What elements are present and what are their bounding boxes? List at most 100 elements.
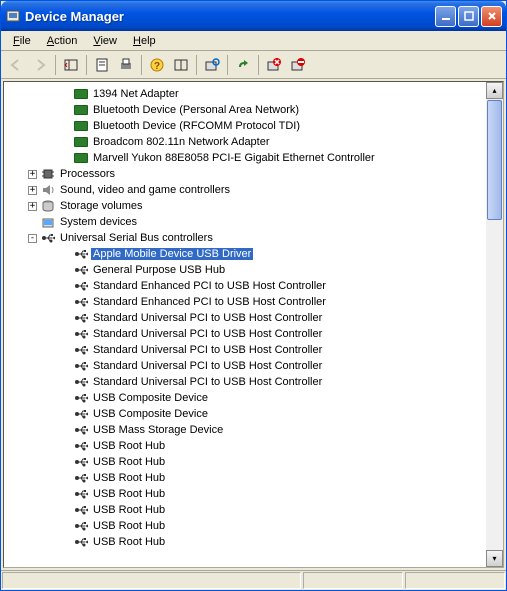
usb-device-item[interactable]: USB Root Hub: [6, 502, 484, 518]
print-button[interactable]: [115, 54, 137, 76]
device-icon: [73, 310, 89, 326]
scroll-up-button[interactable]: ▴: [486, 82, 503, 99]
network-adapter-item[interactable]: Bluetooth Device (Personal Area Network): [6, 102, 484, 118]
update-driver-button[interactable]: [232, 54, 254, 76]
menu-help[interactable]: Help: [125, 33, 164, 49]
device-icon: [73, 118, 89, 134]
usb-device-item[interactable]: Standard Universal PCI to USB Host Contr…: [6, 374, 484, 390]
device-icon: [73, 294, 89, 310]
device-icon: [73, 502, 89, 518]
usb-device-item[interactable]: USB Root Hub: [6, 470, 484, 486]
device-icon: [73, 326, 89, 342]
app-icon: [5, 8, 21, 24]
usb-device-item[interactable]: USB Root Hub: [6, 486, 484, 502]
separator: [227, 55, 228, 75]
expander-icon[interactable]: +: [28, 202, 37, 211]
menu-view[interactable]: View: [85, 33, 125, 49]
tree-label: Marvell Yukon 88E8058 PCI-E Gigabit Ethe…: [91, 152, 377, 164]
statusbar: [1, 570, 506, 590]
usb-device-item[interactable]: USB Mass Storage Device: [6, 422, 484, 438]
usb-device-item[interactable]: Standard Universal PCI to USB Host Contr…: [6, 310, 484, 326]
back-button[interactable]: [5, 54, 27, 76]
status-panel: [2, 572, 301, 589]
tree-label: Standard Universal PCI to USB Host Contr…: [91, 376, 324, 388]
device-icon: [73, 358, 89, 374]
tree-label: Bluetooth Device (RFCOMM Protocol TDI): [91, 120, 302, 132]
expander-icon[interactable]: +: [28, 186, 37, 195]
expander-icon[interactable]: +: [28, 170, 37, 179]
device-icon: [73, 470, 89, 486]
tree-view: 1394 Net Adapter Bluetooth Device (Person…: [3, 81, 504, 568]
device-icon: [40, 230, 56, 246]
scan-hardware-button[interactable]: [201, 54, 223, 76]
device-icon: [40, 214, 56, 230]
disable-button[interactable]: [287, 54, 309, 76]
tree-label: Bluetooth Device (Personal Area Network): [91, 104, 301, 116]
network-adapter-item[interactable]: Bluetooth Device (RFCOMM Protocol TDI): [6, 118, 484, 134]
usb-device-item[interactable]: USB Root Hub: [6, 454, 484, 470]
device-icon: [73, 454, 89, 470]
tree-label: USB Root Hub: [91, 488, 167, 500]
usb-device-item[interactable]: USB Root Hub: [6, 438, 484, 454]
usb-device-item[interactable]: USB Composite Device: [6, 406, 484, 422]
separator: [196, 55, 197, 75]
minimize-button[interactable]: [435, 6, 456, 27]
uninstall-button[interactable]: [263, 54, 285, 76]
separator: [86, 55, 87, 75]
menu-file[interactable]: File: [5, 33, 39, 49]
category-snd[interactable]: +Sound, video and game controllers: [6, 182, 484, 198]
tree-label: USB Composite Device: [91, 408, 210, 420]
device-icon: [40, 166, 56, 182]
usb-device-item[interactable]: USB Root Hub: [6, 534, 484, 550]
svg-text:?: ?: [154, 61, 160, 72]
device-icon: [73, 86, 89, 102]
usb-device-item[interactable]: USB Composite Device: [6, 390, 484, 406]
forward-button[interactable]: [29, 54, 51, 76]
tree-label: USB Composite Device: [91, 392, 210, 404]
usb-device-item[interactable]: USB Root Hub: [6, 518, 484, 534]
category-sys[interactable]: System devices: [6, 214, 484, 230]
menu-action[interactable]: Action: [39, 33, 86, 49]
maximize-button[interactable]: [458, 6, 479, 27]
usb-device-item[interactable]: Standard Enhanced PCI to USB Host Contro…: [6, 294, 484, 310]
scroll-down-button[interactable]: ▾: [486, 550, 503, 567]
expander-icon[interactable]: -: [28, 234, 37, 243]
tree-label: USB Mass Storage Device: [91, 424, 225, 436]
tree-label: Broadcom 802.11n Network Adapter: [91, 136, 272, 148]
usb-device-item[interactable]: Standard Enhanced PCI to USB Host Contro…: [6, 278, 484, 294]
category-proc[interactable]: +Processors: [6, 166, 484, 182]
network-adapter-item[interactable]: Marvell Yukon 88E8058 PCI-E Gigabit Ethe…: [6, 150, 484, 166]
device-icon: [73, 262, 89, 278]
scroll-thumb[interactable]: [487, 100, 502, 220]
titlebar[interactable]: Device Manager: [1, 1, 506, 31]
device-icon: [73, 278, 89, 294]
properties-button[interactable]: [91, 54, 113, 76]
category-vol[interactable]: +Storage volumes: [6, 198, 484, 214]
tree-label: USB Root Hub: [91, 456, 167, 468]
tree-label: USB Root Hub: [91, 504, 167, 516]
scrollbar[interactable]: ▴ ▾: [486, 82, 503, 567]
device-icon: [73, 246, 89, 262]
help-button[interactable]: ?: [146, 54, 168, 76]
device-icon: [73, 406, 89, 422]
usb-device-item[interactable]: General Purpose USB Hub: [6, 262, 484, 278]
device-icon: [73, 534, 89, 550]
category-usb[interactable]: - Universal Serial Bus controllers: [6, 230, 484, 246]
usb-device-item[interactable]: Standard Universal PCI to USB Host Contr…: [6, 326, 484, 342]
tree-label: Universal Serial Bus controllers: [58, 232, 215, 244]
tree-label: Standard Universal PCI to USB Host Contr…: [91, 328, 324, 340]
device-icon: [73, 486, 89, 502]
tree-label: Apple Mobile Device USB Driver: [91, 248, 253, 260]
network-adapter-item[interactable]: 1394 Net Adapter: [6, 86, 484, 102]
device-icon: [73, 438, 89, 454]
usb-device-item[interactable]: Apple Mobile Device USB Driver: [6, 246, 484, 262]
device-icon: [73, 518, 89, 534]
usb-device-item[interactable]: Standard Universal PCI to USB Host Contr…: [6, 342, 484, 358]
toolbar: ?: [1, 51, 506, 79]
close-button[interactable]: [481, 6, 502, 27]
device-icon: [73, 374, 89, 390]
view-mode-button[interactable]: [170, 54, 192, 76]
network-adapter-item[interactable]: Broadcom 802.11n Network Adapter: [6, 134, 484, 150]
usb-device-item[interactable]: Standard Universal PCI to USB Host Contr…: [6, 358, 484, 374]
show-hide-tree-button[interactable]: [60, 54, 82, 76]
